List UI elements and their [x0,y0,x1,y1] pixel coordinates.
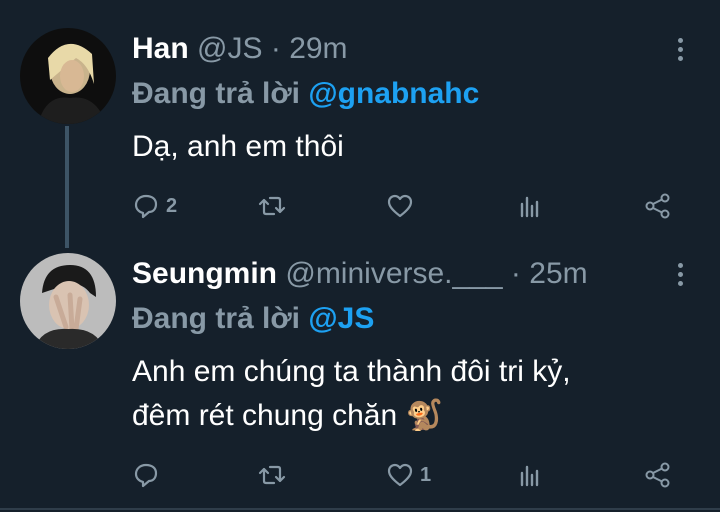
tweet-header: Han @JS · 29m [132,31,348,67]
reply-mention-link[interactable]: @gnabnahc [308,77,479,110]
reply-icon [134,463,158,488]
like-button[interactable] [386,191,420,221]
username-handle[interactable]: @miniverse.___ [285,257,502,290]
tweet-text-line: đêm rét chung chăn 🐒 [132,399,443,432]
tweet-actions: 2 [132,191,692,221]
share-icon [645,462,670,488]
tweet-text: Dạ, anh em thôi [132,130,344,163]
reply-count: 2 [166,194,178,217]
replying-to: Đang trả lời @gnabnahc [132,76,479,112]
retweet-icon [258,465,286,485]
tweet-actions: 1 [132,460,692,490]
replying-prefix: Đang trả lời [132,302,301,335]
timestamp[interactable]: 25m [529,257,587,290]
share-icon [645,193,670,219]
tweet-han[interactable]: Han @JS · 29m Đang trả lời @gnabnahc Dạ,… [0,0,720,250]
reply-mention-link[interactable]: @JS [308,302,374,335]
heart-icon [387,463,413,487]
reply-icon [134,194,158,219]
display-name[interactable]: Han [132,32,189,65]
analytics-icon [520,196,539,218]
like-count: 1 [420,463,432,486]
more-vertical-icon[interactable] [678,38,684,65]
avatar-han[interactable] [20,28,116,124]
display-name[interactable]: Seungmin [132,257,277,290]
share-button[interactable] [644,191,672,221]
separator-dot: · [270,32,281,65]
analytics-button[interactable] [516,191,544,221]
analytics-button[interactable] [516,460,544,490]
replying-prefix: Đang trả lời [132,77,301,110]
thread-line [65,126,69,248]
analytics-icon [520,465,539,487]
bottom-divider [0,508,720,510]
like-button[interactable]: 1 [386,460,431,490]
retweet-icon [258,196,286,216]
retweet-button[interactable] [258,191,292,221]
more-vertical-icon[interactable] [678,263,684,290]
tweet-text: Anh em chúng ta thành đôi tri kỷ, đêm ré… [132,350,692,438]
tweet-header: Seungmin @miniverse.___ · 25m [132,256,588,292]
tweet-seungmin[interactable]: Seungmin @miniverse.___ · 25m Đang trả l… [0,250,720,512]
timestamp[interactable]: 29m [289,32,347,65]
share-button[interactable] [644,460,672,490]
heart-icon [387,194,413,218]
tweet-text-line: Anh em chúng ta thành đôi tri kỷ, [132,355,571,388]
username-handle[interactable]: @JS [197,32,262,65]
avatar-seungmin[interactable] [20,253,116,349]
replying-to: Đang trả lời @JS [132,301,374,337]
reply-button[interactable] [132,460,166,490]
retweet-button[interactable] [258,460,292,490]
separator-dot: · [510,257,521,290]
reply-button[interactable]: 2 [132,191,177,221]
